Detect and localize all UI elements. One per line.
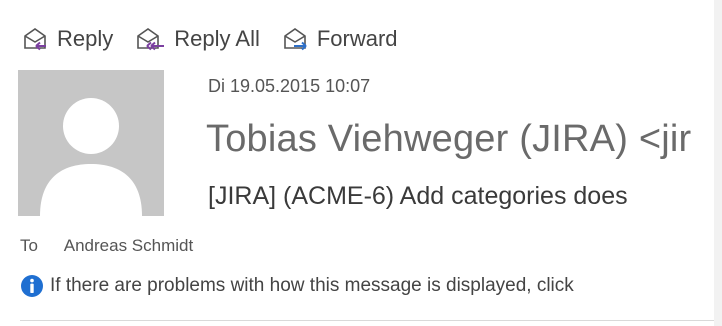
pane-edge bbox=[714, 0, 722, 326]
reply-button[interactable]: Reply bbox=[22, 26, 113, 52]
sender-name[interactable]: Tobias Viehweger (JIRA) <jir bbox=[206, 118, 691, 161]
forward-label: Forward bbox=[316, 26, 398, 51]
reply-all-button[interactable]: Reply All bbox=[135, 26, 260, 52]
info-icon bbox=[20, 274, 44, 298]
reply-label: Reply bbox=[57, 26, 114, 51]
reply-all-label: Reply All bbox=[174, 26, 260, 51]
sender-avatar bbox=[18, 70, 164, 216]
header-divider bbox=[20, 320, 714, 321]
recipient-name[interactable]: Andreas Schmidt bbox=[64, 236, 193, 255]
message-subject: [JIRA] (ACME-6) Add categories does bbox=[208, 182, 628, 210]
recipient-row: To Andreas Schmidt bbox=[20, 236, 193, 256]
message-toolbar: Reply Reply All Forward bbox=[22, 22, 398, 56]
reply-all-icon bbox=[135, 26, 167, 52]
avatar-placeholder-icon bbox=[18, 70, 164, 216]
info-text: If there are problems with how this mess… bbox=[50, 275, 574, 296]
reply-icon bbox=[22, 26, 50, 52]
forward-button[interactable]: Forward bbox=[282, 26, 398, 52]
info-bar[interactable]: If there are problems with how this mess… bbox=[20, 274, 574, 298]
message-reading-pane: Reply Reply All Forward Di 19.05.2015 10… bbox=[0, 0, 722, 326]
message-date: Di 19.05.2015 10:07 bbox=[208, 76, 371, 96]
to-label: To bbox=[20, 236, 38, 255]
forward-icon bbox=[282, 26, 310, 52]
